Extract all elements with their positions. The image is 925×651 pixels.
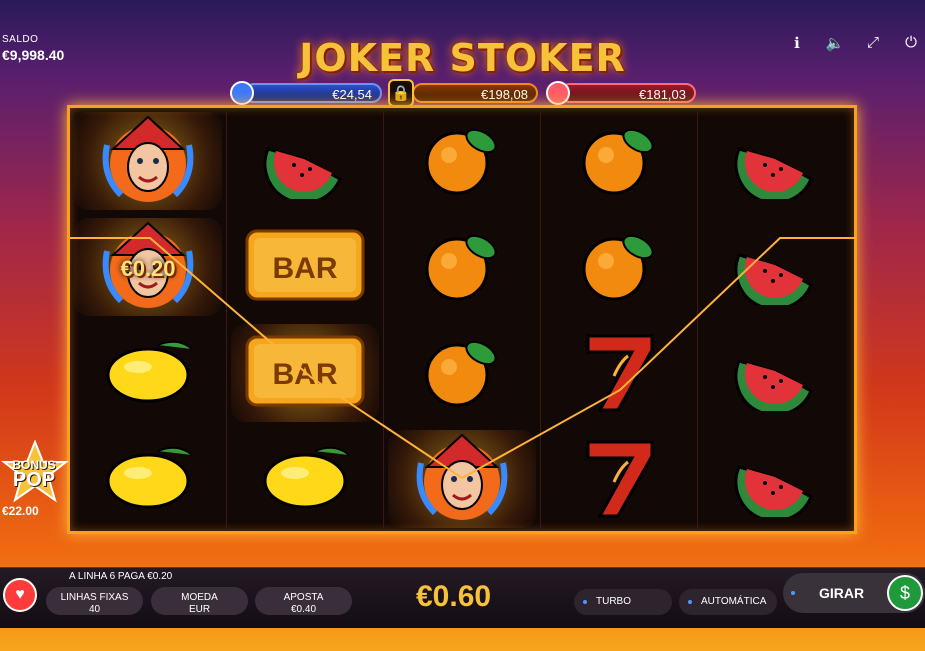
auto-label: AUTOMÁTICA (701, 596, 767, 607)
reel-5 (698, 108, 854, 531)
win-line-message: A LINHA 6 PAGA €0.20 (69, 571, 173, 582)
symbol-bar: BAR (227, 214, 383, 320)
turbo-indicator (583, 600, 587, 604)
lines-value: 40 (88, 604, 101, 615)
joker-icon (93, 109, 203, 214)
watermelon-icon (731, 437, 821, 522)
reel-1: €0.20 (70, 108, 227, 531)
bar-text: BAR (272, 358, 338, 391)
total-bet: €0.60 (416, 580, 492, 613)
lock-icon: 🔒 (388, 79, 414, 107)
jackpot-orange: €198,08 (412, 83, 538, 103)
symbol-watermelon (698, 214, 854, 320)
turbo-label: TURBO (596, 596, 631, 607)
bonus-amount: €22.00 (2, 504, 39, 518)
orange-icon (417, 119, 507, 204)
win-amount-label: €0.20 (120, 256, 176, 281)
lemon-icon (255, 437, 355, 522)
bonus-pop[interactable]: BONUS POP €22.00 (0, 439, 70, 518)
symbol-orange (384, 320, 540, 426)
seven-icon (574, 432, 664, 527)
symbol-seven (541, 426, 697, 532)
bet-selector[interactable]: APOSTA €0.40 (255, 587, 352, 615)
symbol-watermelon (227, 108, 383, 214)
symbol-watermelon (698, 320, 854, 426)
reel-3 (384, 108, 541, 531)
watermelon-icon (731, 225, 821, 310)
symbol-orange (384, 214, 540, 320)
seven-icon (574, 326, 664, 421)
red-coin-icon (546, 81, 570, 105)
watermelon-icon (260, 119, 350, 204)
auto-indicator (688, 600, 692, 604)
symbol-lemon (70, 320, 226, 426)
jackpot-red: €181,03 (560, 83, 696, 103)
symbol-watermelon (698, 108, 854, 214)
symbol-seven (541, 320, 697, 426)
bet-value: €0.40 (290, 604, 317, 615)
reel-2: BAR BAR (227, 108, 384, 531)
reel-grid: €0.20 BAR BAR (67, 105, 857, 534)
lemon-icon (98, 331, 198, 416)
bar-text: BAR (272, 252, 338, 285)
coin-selector[interactable]: MOEDA EUR (151, 587, 248, 615)
symbol-lemon (227, 426, 383, 532)
orange-icon (574, 119, 664, 204)
watermelon-icon (731, 119, 821, 204)
joker-icon (407, 427, 517, 532)
spin-button[interactable]: $ (887, 575, 923, 611)
cards-icon[interactable]: ♥ (3, 578, 37, 612)
symbol-orange (384, 108, 540, 214)
symbol-orange (541, 214, 697, 320)
spin-label: GIRAR (819, 585, 865, 601)
spin-indicator (791, 591, 795, 595)
reel-4 (541, 108, 698, 531)
game-title: JOKER STOKER (299, 36, 626, 80)
symbol-joker: €0.20 (70, 214, 226, 320)
lines-label: LINHAS FIXAS (60, 592, 129, 603)
spin-control[interactable]: GIRAR $ (783, 573, 925, 613)
symbol-orange (541, 108, 697, 214)
orange-icon (417, 225, 507, 310)
lemon-icon (98, 437, 198, 522)
jackpot-bar: €24,54 €198,08 🔒 €181,03 (230, 79, 698, 107)
orange-icon (417, 331, 507, 416)
turbo-toggle[interactable]: TURBO (574, 589, 672, 615)
bet-label: APOSTA (283, 592, 324, 603)
watermelon-icon (731, 331, 821, 416)
coin-value: EUR (188, 604, 211, 615)
symbol-bar: BAR (227, 320, 383, 426)
auto-toggle[interactable]: AUTOMÁTICA (679, 589, 777, 615)
bonus-label-pop: POP (12, 469, 56, 491)
symbol-lemon (70, 426, 226, 532)
symbol-joker (70, 108, 226, 214)
blue-coin-icon (230, 81, 254, 105)
control-bar: ♥ A LINHA 6 PAGA €0.20 LINHAS FIXAS 40 M… (0, 567, 925, 628)
coin-label: MOEDA (181, 592, 218, 603)
jackpot-blue: €24,54 (244, 83, 382, 103)
symbol-watermelon (698, 426, 854, 532)
lines-selector[interactable]: LINHAS FIXAS 40 (46, 587, 143, 615)
orange-icon (574, 225, 664, 310)
symbol-joker (384, 426, 540, 532)
